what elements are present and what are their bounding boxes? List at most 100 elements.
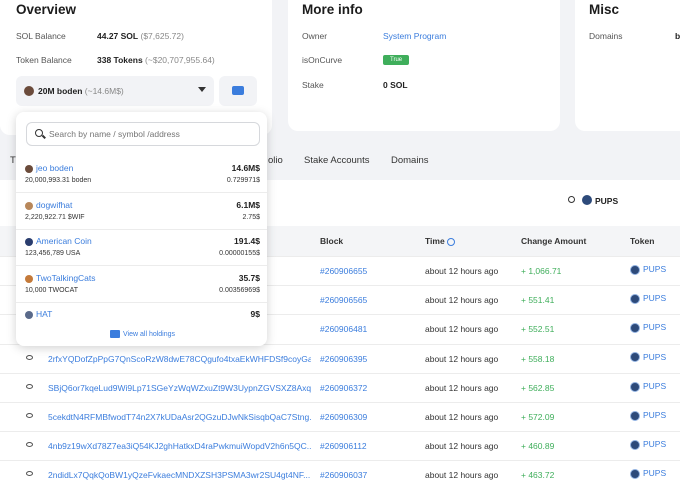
- token-link[interactable]: PUPS: [630, 293, 666, 304]
- time-cell: about 12 hours ago: [425, 353, 499, 364]
- token-select-label: 20M boden (~14.6M$): [38, 86, 124, 96]
- pups-token-icon: [630, 439, 640, 450]
- block-link[interactable]: #260906037: [320, 470, 367, 480]
- block-link[interactable]: #260906565: [320, 295, 367, 305]
- change-amount-cell: + 460.89: [521, 441, 555, 452]
- signature-link[interactable]: 5cekdtN4RFMBfwodT74n2X7kUDaAsr2QGzuDJwNk…: [48, 412, 311, 422]
- tab-domains[interactable]: Domains: [391, 155, 429, 166]
- token-avatar-icon: [24, 86, 34, 96]
- eye-icon[interactable]: [26, 471, 33, 477]
- token-link[interactable]: PUPS: [630, 410, 666, 421]
- token-balance-value: 338 Tokens (~$20,707,955.64): [97, 55, 215, 65]
- dropdown-search[interactable]: [26, 122, 260, 146]
- domains-label: Domains: [589, 31, 623, 41]
- token-link[interactable]: PUPS: [630, 439, 666, 450]
- block-link[interactable]: #260906372: [320, 383, 367, 393]
- pups-token-icon: [630, 323, 640, 334]
- header-token: Token: [630, 236, 655, 246]
- clock-icon: [447, 237, 456, 246]
- change-amount-cell: + 552.51: [521, 324, 555, 335]
- block-link[interactable]: #260906309: [320, 412, 367, 422]
- block-link[interactable]: #260906655: [320, 266, 367, 276]
- token-usd-value: 191.4$: [234, 236, 260, 246]
- more-info-title: More info: [302, 2, 363, 17]
- eye-icon[interactable]: [26, 383, 33, 389]
- token-name[interactable]: HAT: [36, 309, 52, 319]
- token-amount: 2,220,922.71 $WIF: [25, 213, 85, 221]
- eye-icon[interactable]: [26, 413, 33, 418]
- token-icon: [25, 238, 33, 246]
- pups-token-icon: [630, 469, 640, 480]
- change-amount-cell: + 558.18: [521, 353, 555, 364]
- wallet-button[interactable]: [219, 76, 257, 106]
- change-amount-cell: + 551.41: [521, 295, 555, 306]
- time-cell: about 12 hours ago: [425, 441, 499, 452]
- change-amount-cell: + 572.09: [521, 412, 555, 422]
- change-amount-cell: + 1,066.71: [521, 266, 562, 276]
- table-row: 4nb9z19wXd78Z7ea3iQ54KJ2ghHatkxD4raPwkmu…: [0, 431, 680, 460]
- token-link[interactable]: PUPS: [630, 352, 666, 363]
- block-link[interactable]: #260906481: [320, 324, 367, 334]
- token-link[interactable]: PUPS: [630, 381, 666, 392]
- owner-label: Owner: [302, 31, 328, 41]
- signature-link[interactable]: 4nb9z19wXd78Z7ea3iQ54KJ2ghHatkxD4raPwkmu…: [48, 441, 311, 451]
- token-usd-value: 14.6M$: [231, 163, 260, 173]
- token-select[interactable]: 20M boden (~14.6M$): [16, 76, 214, 106]
- eye-icon[interactable]: [26, 354, 33, 360]
- token-dropdown: jeo boden 20,000,993.31 boden 14.6M$ 0.7…: [16, 112, 267, 346]
- token-name[interactable]: American Coin: [36, 236, 92, 246]
- time-cell: about 12 hours ago: [425, 295, 499, 306]
- token-link[interactable]: PUPS: [630, 468, 666, 480]
- tab-transactions[interactable]: T: [10, 155, 16, 166]
- chevron-down-icon: [198, 87, 206, 92]
- token-price: 0.729971$: [226, 177, 260, 184]
- token-link[interactable]: PUPS: [630, 322, 666, 334]
- stake-label: Stake: [302, 80, 324, 90]
- eye-icon[interactable]: [26, 442, 33, 448]
- pups-token-icon: [630, 293, 640, 304]
- domains-value: b: [675, 31, 680, 41]
- block-link[interactable]: #260906112: [320, 441, 367, 451]
- dropdown-item[interactable]: TwoTalkingCats 10,000 TWOCAT 35.7$ 0.003…: [16, 266, 267, 303]
- signature-link[interactable]: SBjQ6or7kqeLud9Wi9Lp71SGeYzWqWZxuZt9W3Uy…: [48, 383, 311, 393]
- token-filter[interactable]: PUPS: [566, 193, 680, 211]
- overview-title: Overview: [16, 2, 77, 17]
- dropdown-item[interactable]: American Coin 123,456,789 USA 191.4$ 0.0…: [16, 229, 267, 266]
- token-link[interactable]: PUPS: [630, 264, 666, 275]
- time-cell: about 12 hours ago: [425, 412, 499, 422]
- block-link[interactable]: #260906395: [320, 354, 367, 364]
- token-amount: 20,000,993.31 boden: [25, 177, 92, 184]
- signature-link[interactable]: 2ndidLx7QqkQoBW1yQzeFvkaecMNDXZSH3PSMA3w…: [48, 470, 311, 480]
- table-row: SBjQ6or7kqeLud9Wi9Lp71SGeYzWqWZxuZt9W3Uy…: [0, 372, 680, 402]
- tab-stake-accounts[interactable]: Stake Accounts: [304, 155, 369, 166]
- search-icon: [568, 196, 575, 203]
- time-cell: about 12 hours ago: [425, 470, 499, 481]
- sol-balance-value: 44.27 SOL ($7,625.72): [97, 31, 184, 41]
- pups-token-icon: [630, 352, 640, 363]
- pups-token-icon: [582, 195, 592, 205]
- tab-portfolio[interactable]: olio: [268, 155, 283, 166]
- token-name[interactable]: TwoTalkingCats: [36, 273, 96, 283]
- token-icon: [25, 165, 33, 173]
- wallet-icon: [110, 330, 120, 338]
- owner-link[interactable]: System Program: [383, 31, 446, 41]
- stake-value: 0 SOL: [383, 80, 408, 90]
- is-on-curve-label: isOnCurve: [302, 55, 343, 65]
- table-row: 2ndidLx7QqkQoBW1yQzeFvkaecMNDXZSH3PSMA3w…: [0, 460, 680, 483]
- dropdown-search-input[interactable]: [49, 127, 249, 141]
- view-all-holdings-link[interactable]: View all holdings: [110, 330, 175, 338]
- header-change-amount: Change Amount: [521, 236, 587, 246]
- dropdown-item[interactable]: jeo boden 20,000,993.31 boden 14.6M$ 0.7…: [16, 156, 267, 193]
- sol-balance-label: SOL Balance: [16, 31, 66, 41]
- token-amount: 123,456,789 USA: [25, 250, 81, 257]
- pups-token-icon: [630, 381, 640, 392]
- time-cell: about 12 hours ago: [425, 324, 499, 335]
- signature-link[interactable]: 2rfxYQDofZpPpG7QnScoRzW8dwE78CQgufo4txaE…: [48, 354, 311, 364]
- token-name[interactable]: jeo boden: [36, 163, 73, 173]
- token-price: 0.00356969$: [219, 286, 260, 294]
- token-price: 2.75$: [242, 213, 260, 221]
- token-icon: [25, 274, 33, 283]
- token-usd-value: 35.7$: [238, 272, 260, 283]
- dropdown-item[interactable]: dogwifhat 2,220,922.71 $WIF 6.1M$ 2.75$: [16, 193, 267, 230]
- token-name[interactable]: dogwifhat: [36, 200, 72, 210]
